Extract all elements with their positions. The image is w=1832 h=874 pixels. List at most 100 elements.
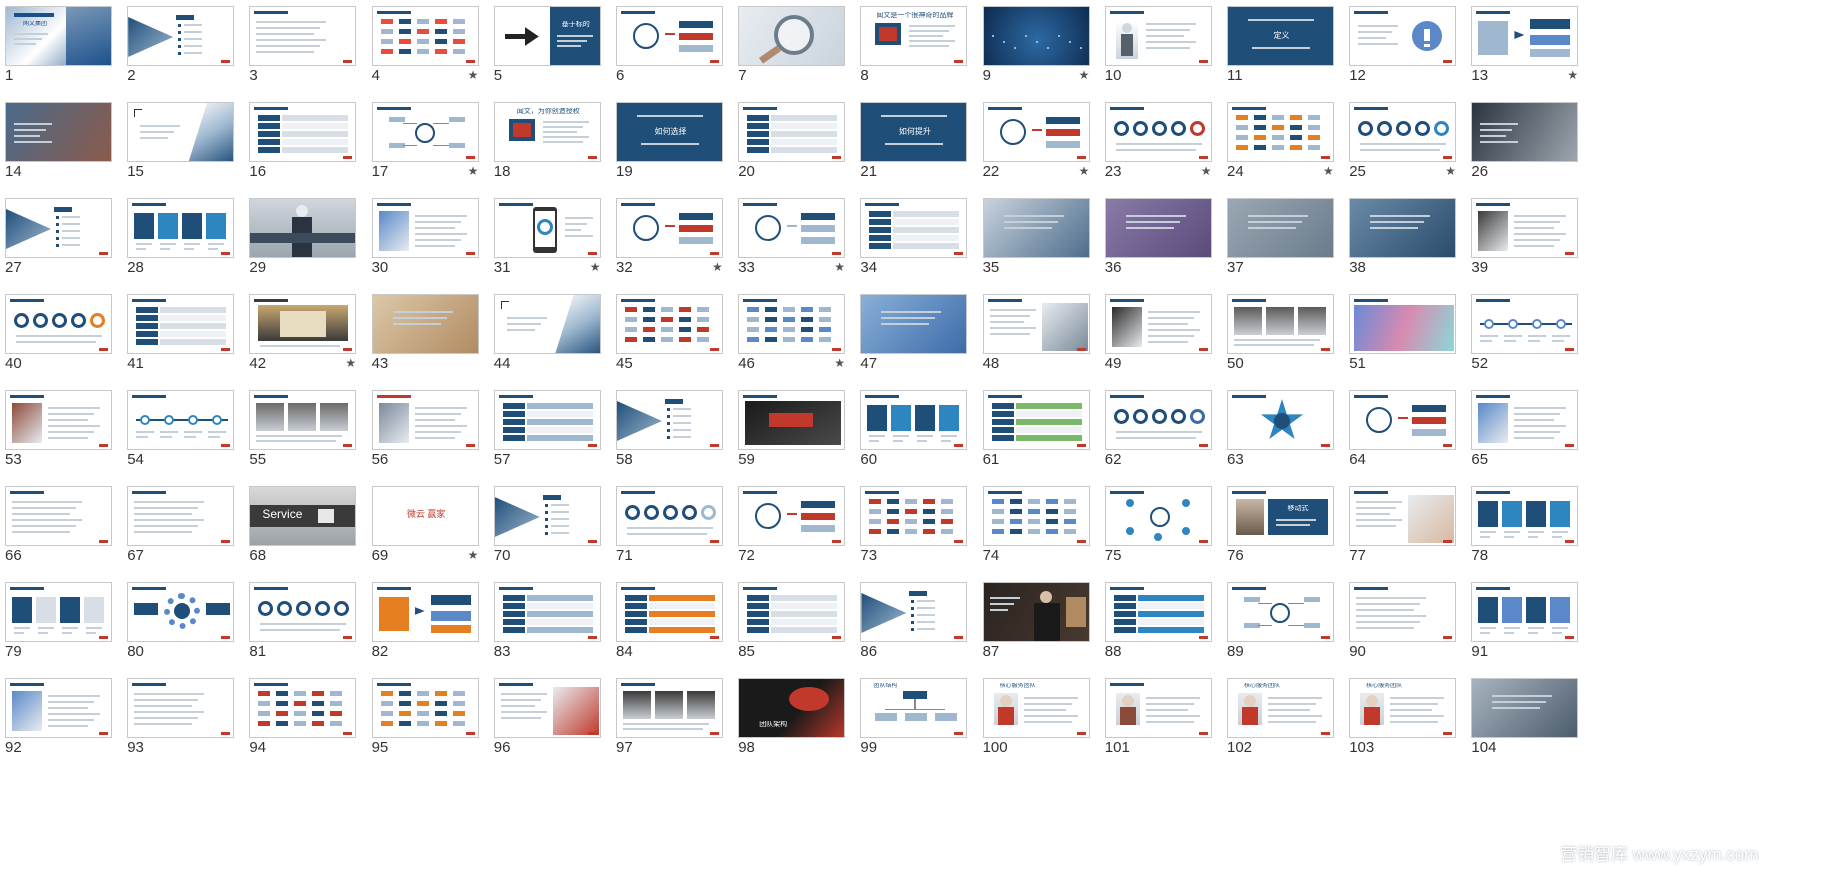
slide-thumbnail-86[interactable]: 86 [860,582,968,662]
slide-thumbnail-23[interactable]: 23 ★ [1104,102,1212,182]
slide-thumbnail-98[interactable]: 团队架构 98 [738,678,846,758]
slide-thumbnail-43[interactable]: 43 [371,294,479,374]
slide-thumbnail-89[interactable]: 89 [1227,582,1334,662]
slide-preview[interactable] [860,198,968,258]
slide-thumbnail-45[interactable]: 45 [616,294,723,374]
slide-thumbnail-7[interactable]: 7 [738,6,846,86]
slide-thumbnail-29[interactable]: 29 [249,198,357,278]
slide-preview[interactable] [1349,582,1457,642]
slide-preview[interactable] [1349,102,1457,162]
slide-thumbnail-3[interactable]: 3 [249,6,357,86]
slide-thumbnail-68[interactable]: Service 68 [249,486,357,566]
slide-thumbnail-31[interactable]: 31 ★ [493,198,601,278]
slide-thumbnail-61[interactable]: 61 [982,390,1090,470]
slide-preview[interactable] [616,678,723,738]
slide-preview[interactable]: 核心服务团队 [982,678,1090,738]
slide-preview[interactable] [127,294,235,354]
slide-preview[interactable] [371,6,479,66]
slide-preview[interactable] [738,486,846,546]
slide-thumbnail-81[interactable]: 81 [249,582,357,662]
slide-thumbnail-73[interactable]: 73 [860,486,968,566]
slide-thumbnail-90[interactable]: 90 [1349,582,1457,662]
slide-thumbnail-100[interactable]: 核心服务团队 100 [982,678,1090,758]
slide-preview[interactable] [738,294,846,354]
slide-thumbnail-58[interactable]: 58 [616,390,723,470]
slide-thumbnail-16[interactable]: 16 [249,102,357,182]
slide-preview[interactable] [1349,198,1457,258]
slide-preview[interactable] [1227,102,1334,162]
slide-preview[interactable] [616,198,723,258]
slide-thumbnail-22[interactable]: 22 ★ [982,102,1090,182]
slide-thumbnail-85[interactable]: 85 [738,582,846,662]
slide-preview[interactable] [1349,6,1457,66]
slide-thumbnail-65[interactable]: 65 [1471,390,1579,470]
slide-preview[interactable]: 微云 赢家 [371,486,479,546]
slide-preview[interactable] [5,198,112,258]
slide-thumbnail-25[interactable]: 25 ★ [1349,102,1457,182]
slide-preview[interactable] [982,294,1090,354]
slide-preview[interactable] [982,486,1090,546]
slide-preview[interactable] [249,582,357,642]
slide-thumbnail-104[interactable]: 104 [1471,678,1579,758]
slide-thumbnail-62[interactable]: 62 [1104,390,1212,470]
slide-preview[interactable]: 团队架构 [738,678,846,738]
slide-preview[interactable] [371,390,479,450]
slide-thumbnail-97[interactable]: 97 [616,678,723,758]
slide-preview[interactable] [1104,678,1212,738]
slide-preview[interactable] [616,582,723,642]
slide-preview[interactable] [493,582,601,642]
slide-thumbnail-92[interactable]: 92 [5,678,112,758]
slide-preview[interactable] [371,102,479,162]
slide-preview[interactable] [5,582,112,642]
slide-preview[interactable]: 基于标的 [493,6,601,66]
slide-thumbnail-60[interactable]: 60 [860,390,968,470]
slide-thumbnail-74[interactable]: 74 [982,486,1090,566]
slide-preview[interactable] [616,294,723,354]
slide-preview[interactable] [249,6,357,66]
slide-preview[interactable] [1471,198,1579,258]
slide-thumbnail-1[interactable]: 闻文集团 1 [5,6,112,86]
slide-thumbnail-42[interactable]: 42 ★ [249,294,357,374]
slide-preview[interactable] [5,390,112,450]
slide-preview[interactable] [1227,390,1334,450]
slide-thumbnail-41[interactable]: 41 [127,294,235,374]
slide-thumbnail-99[interactable]: 团队结构 99 [860,678,968,758]
slide-thumbnail-103[interactable]: 核心服务团队 103 [1349,678,1457,758]
slide-preview[interactable]: 定义 [1227,6,1334,66]
slide-thumbnail-82[interactable]: 82 [371,582,479,662]
slide-preview[interactable] [5,294,112,354]
slide-thumbnail-72[interactable]: 72 [738,486,846,566]
slide-thumbnail-9[interactable]: 9 ★ [982,6,1090,86]
slide-preview[interactable] [982,6,1090,66]
slide-thumbnail-34[interactable]: 34 [860,198,968,278]
slide-preview[interactable]: 移动式 [1227,486,1334,546]
slide-preview[interactable] [1471,294,1579,354]
slide-thumbnail-54[interactable]: 54 [127,390,235,470]
slide-thumbnail-40[interactable]: 40 [5,294,112,374]
slide-thumbnail-64[interactable]: 64 [1349,390,1457,470]
slide-thumbnail-20[interactable]: 20 [738,102,846,182]
slide-thumbnail-48[interactable]: 48 [982,294,1090,374]
slide-preview[interactable] [982,102,1090,162]
slide-preview[interactable] [249,102,357,162]
slide-preview[interactable] [5,678,112,738]
slide-preview[interactable] [1104,486,1212,546]
slide-thumbnail-32[interactable]: 32 ★ [616,198,723,278]
slide-preview[interactable]: 闻文是一个很神奇的品牌 [860,6,968,66]
slide-thumbnail-35[interactable]: 35 [982,198,1090,278]
slide-thumbnail-13[interactable]: 13 ★ [1471,6,1579,86]
slide-thumbnail-69[interactable]: 微云 赢家 69 ★ [371,486,479,566]
slide-thumbnail-91[interactable]: 91 [1471,582,1579,662]
slide-thumbnail-50[interactable]: 50 [1227,294,1334,374]
slide-preview[interactable] [738,6,846,66]
slide-thumbnail-75[interactable]: 75 [1104,486,1212,566]
slide-thumbnail-59[interactable]: 59 [738,390,846,470]
slide-preview[interactable] [1471,582,1579,642]
slide-thumbnail-63[interactable]: 63 [1227,390,1334,470]
slide-thumbnail-38[interactable]: 38 [1349,198,1457,278]
slide-preview[interactable] [1104,294,1212,354]
slide-thumbnail-4[interactable]: 4 ★ [371,6,479,86]
slide-preview[interactable] [127,102,235,162]
slide-preview[interactable] [1471,390,1579,450]
slide-thumbnail-94[interactable]: 94 [249,678,357,758]
